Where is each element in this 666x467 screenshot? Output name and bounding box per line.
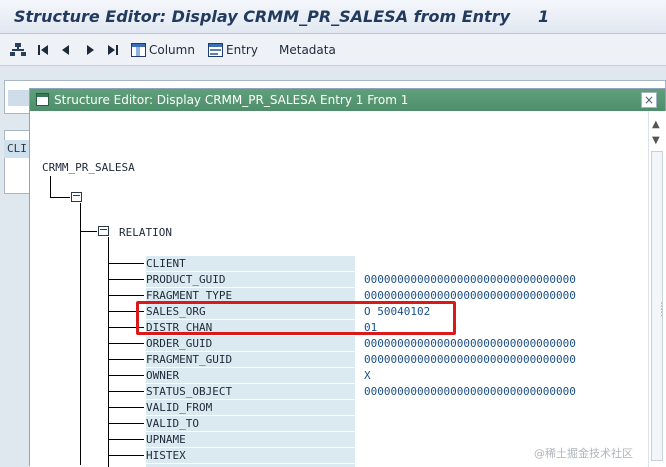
- entry-icon: [208, 43, 223, 57]
- tree-line: [108, 423, 144, 424]
- tree-line: [108, 343, 144, 344]
- watermark: @稀土掘金技术社区: [534, 447, 633, 460]
- field-row[interactable]: STATUS_OBJECT 000000000000000000000000000…: [146, 384, 616, 400]
- field-value: 00000000000000000000000000000000: [364, 385, 576, 398]
- tree-line: [108, 375, 144, 376]
- field-row[interactable]: PRODUCT_GUID 0000000000000000000000000000…: [146, 272, 616, 288]
- field-name: UPNAME: [146, 432, 355, 447]
- last-page-icon: [108, 45, 118, 55]
- field-row[interactable]: OWNER X: [146, 368, 616, 384]
- tree-line: [108, 295, 144, 296]
- folder-icon[interactable]: [98, 226, 109, 236]
- field-name: OWNER: [146, 368, 355, 383]
- field-row[interactable]: VALID_TO: [146, 416, 616, 432]
- scroll-thumb[interactable]: ⋮ ⋮: [651, 151, 666, 461]
- tree-line: [108, 279, 144, 280]
- field-value: 00000000000000000000000000000000: [364, 337, 576, 350]
- window-title: Structure Editor: Display CRMM_PR_SALESA…: [14, 7, 511, 26]
- field-name: VALID_TO: [146, 416, 355, 431]
- vertical-scrollbar[interactable]: ▲ ▼ ⋮ ⋮: [648, 111, 666, 467]
- field-value: X: [364, 369, 371, 382]
- close-button[interactable]: ×: [641, 92, 657, 108]
- tree-line: [108, 439, 144, 440]
- next-entry-button[interactable]: [86, 41, 95, 59]
- metadata-label: Metadata: [279, 43, 336, 57]
- field-name: PRODUCT_GUID: [146, 272, 355, 287]
- tree-root-label: CRMM_PR_SALESA: [42, 161, 135, 174]
- column-button[interactable]: Column: [131, 41, 195, 59]
- structure-editor-dialog: Structure Editor: Display CRMM_PR_SALESA…: [29, 88, 666, 467]
- window-icon: [36, 93, 49, 106]
- close-icon: ×: [643, 93, 655, 107]
- entry-button[interactable]: Entry: [208, 41, 258, 59]
- tree-line: [108, 391, 144, 392]
- dialog-body: CRMM_PR_SALESA RELATION CLIENT PRODUCT_GU…: [30, 111, 648, 467]
- window-title-bar: Structure Editor: Display CRMM_PR_SALESA…: [0, 0, 666, 34]
- entry-number: 1: [538, 7, 550, 26]
- scroll-up-icon[interactable]: ▲: [652, 119, 660, 130]
- field-name: FRAGMENT_GUID: [146, 352, 355, 367]
- scroll-down-icon[interactable]: ▼: [652, 135, 660, 146]
- next-icon: [87, 45, 94, 55]
- hierarchy-icon: [10, 43, 26, 56]
- last-entry-button[interactable]: [107, 41, 118, 59]
- dialog-title-bar[interactable]: Structure Editor: Display CRMM_PR_SALESA…: [30, 89, 665, 111]
- field-row[interactable]: VALID_FROM: [146, 400, 616, 416]
- tree-line: [50, 176, 51, 197]
- folder-icon[interactable]: [71, 192, 82, 202]
- column-icon: [131, 43, 146, 57]
- tree-node-relation[interactable]: RELATION: [119, 226, 172, 239]
- highlight-box: [136, 301, 456, 335]
- previous-icon: [62, 45, 69, 55]
- field-name: HISTEX: [146, 448, 355, 463]
- field-value: 00000000000000000000000000000000: [364, 353, 576, 366]
- field-row[interactable]: FRAGMENT_GUID 000000000000000000000000000…: [146, 352, 616, 368]
- first-page-icon: [38, 45, 48, 55]
- field-row[interactable]: ORDER_GUID 000000000000000000000000000000…: [146, 336, 616, 352]
- hierarchy-button[interactable]: [10, 41, 26, 59]
- field-name: CLIENT: [146, 256, 355, 271]
- tree-line: [50, 197, 70, 198]
- first-entry-button[interactable]: [38, 41, 49, 59]
- toolbar: Column Entry Metadata: [0, 34, 666, 66]
- field-row[interactable]: CLIENT: [146, 256, 616, 272]
- tree-line: [108, 407, 144, 408]
- tree-line: [80, 231, 97, 232]
- metadata-button[interactable]: Metadata: [279, 41, 336, 59]
- grip-icon: ⋮ ⋮: [657, 302, 666, 318]
- field-name: VALID_FROM: [146, 400, 355, 415]
- tree-line: [108, 359, 144, 360]
- column-label: Column: [149, 43, 195, 57]
- entry-label: Entry: [226, 43, 258, 57]
- field-name: ORDER_GUID: [146, 336, 355, 351]
- field-name: STATUS_OBJECT: [146, 384, 355, 399]
- tree-line: [108, 237, 109, 467]
- dialog-title: Structure Editor: Display CRMM_PR_SALESA…: [54, 93, 409, 107]
- tree-line: [80, 203, 81, 465]
- tree-line: [108, 263, 144, 264]
- tree-line: [108, 455, 144, 456]
- previous-entry-button[interactable]: [61, 41, 70, 59]
- field-value: 00000000000000000000000000000000: [364, 273, 576, 286]
